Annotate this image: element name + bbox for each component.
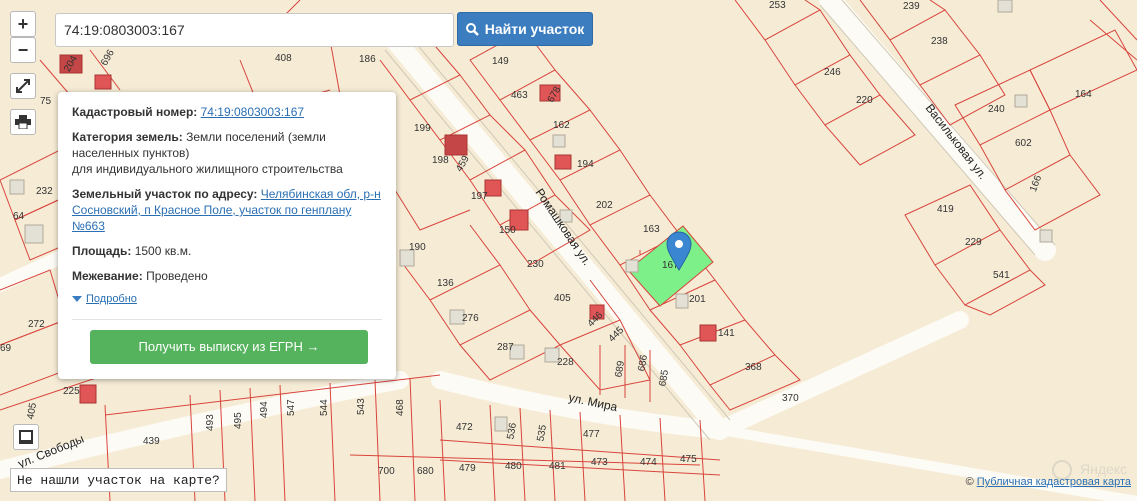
- category-usage: для индивидуального жилищного строительс…: [72, 162, 343, 176]
- plot-number: 547: [286, 399, 297, 416]
- plot-number: 149: [492, 56, 509, 67]
- plot-number: 246: [824, 67, 841, 78]
- plot-number: 201: [689, 294, 706, 305]
- plot-number: 198: [432, 155, 449, 166]
- category-label: Категория земель:: [72, 130, 183, 144]
- fullscreen-button[interactable]: [10, 73, 36, 99]
- plot-number: 276: [462, 313, 479, 324]
- plot-number: 69: [0, 343, 12, 354]
- layers-icon: [19, 430, 33, 444]
- plot-number: 473: [591, 457, 608, 468]
- plot-number: 494: [259, 401, 270, 418]
- print-icon: [15, 115, 31, 129]
- plot-number: 239: [903, 1, 920, 12]
- plot-number: 186: [359, 54, 376, 65]
- plot-number: 202: [596, 200, 613, 211]
- plot-number: 419: [937, 204, 954, 215]
- plot-number: 75: [40, 96, 52, 107]
- plot-number: 162: [553, 120, 570, 131]
- plot-number: 370: [782, 393, 799, 404]
- plot-number: 230: [527, 259, 544, 270]
- zoom-in-button[interactable]: +: [10, 11, 36, 37]
- plot-number: 477: [583, 429, 600, 440]
- plot-number: 228: [557, 357, 574, 368]
- plot-number: 136: [437, 278, 454, 289]
- plot-number: 238: [931, 36, 948, 47]
- plot-number: 495: [233, 412, 244, 429]
- plot-number: 544: [319, 399, 330, 416]
- plot-number: 272: [28, 319, 45, 330]
- print-button[interactable]: [10, 109, 36, 135]
- copyright-symbol: ©: [965, 476, 974, 488]
- plot-number: 480: [505, 461, 522, 472]
- svg-text:Яндекс: Яндекс: [1080, 461, 1127, 477]
- plot-number: 150: [499, 225, 516, 236]
- find-plot-button[interactable]: Найти участок: [457, 12, 593, 46]
- get-egrn-extract-button[interactable]: Получить выписку из ЕГРН →: [90, 330, 368, 364]
- details-label: Подробно: [86, 293, 137, 305]
- address-label: Земельный участок по адресу:: [72, 187, 258, 201]
- plot-number: 220: [856, 95, 873, 106]
- plot-number: 700: [378, 466, 395, 477]
- cadastral-label: Кадастровый номер:: [72, 105, 198, 119]
- copyright: © Публичная кадастровая карта: [966, 476, 1131, 488]
- not-found-button[interactable]: Не нашли участок на карте?: [10, 468, 227, 492]
- area-row: Площадь: 1500 кв.м.: [72, 243, 382, 259]
- area-label: Площадь:: [72, 244, 132, 258]
- plot-number: 408: [275, 53, 292, 64]
- plot-number: 479: [459, 463, 476, 474]
- plot-number: 232: [36, 186, 53, 197]
- plot-number: 474: [640, 457, 657, 468]
- plot-number: 468: [395, 399, 406, 416]
- find-plot-label: Найти участок: [484, 21, 585, 37]
- plot-number: 472: [456, 422, 473, 433]
- plot-number: 439: [143, 436, 160, 447]
- plot-number: 240: [988, 104, 1005, 115]
- plot-number: 253: [769, 0, 786, 11]
- area-value: 1500 кв.м.: [134, 244, 192, 258]
- plot-number: 190: [409, 242, 426, 253]
- cadastral-row: Кадастровый номер: 74:19:0803003:167: [72, 104, 382, 120]
- address-row: Земельный участок по адресу: Челябинская…: [72, 186, 382, 234]
- survey-row: Межевание: Проведено: [72, 268, 382, 284]
- fullscreen-icon: [16, 79, 30, 93]
- plot-number: 163: [643, 224, 660, 235]
- plot-number: 164: [1075, 89, 1092, 100]
- plot-number: 493: [205, 414, 216, 431]
- divider: [72, 319, 382, 320]
- plot-number: 680: [417, 466, 434, 477]
- parcel-info-popup: Кадастровый номер: 74:19:0803003:167 Кат…: [58, 92, 396, 379]
- plot-number: 405: [554, 293, 571, 304]
- details-toggle[interactable]: Подробно: [72, 291, 382, 307]
- plot-number: 475: [680, 454, 697, 465]
- plot-number: 229: [965, 237, 982, 248]
- plot-number: 368: [745, 362, 762, 373]
- cadastral-link[interactable]: 74:19:0803003:167: [201, 105, 304, 119]
- plot-number: 225: [63, 386, 80, 397]
- plot-number: 481: [549, 461, 566, 472]
- plot-number: 194: [577, 159, 594, 170]
- plot-number: 287: [497, 342, 514, 353]
- plot-number: 64: [13, 211, 25, 222]
- search-input[interactable]: [55, 13, 454, 47]
- survey-value: Проведено: [146, 269, 208, 283]
- plot-number: 463: [511, 90, 528, 101]
- plot-number: 602: [1015, 138, 1032, 149]
- plot-number: 199: [414, 123, 431, 134]
- plot-number: 141: [718, 328, 735, 339]
- zoom-out-button[interactable]: −: [10, 37, 36, 63]
- copyright-link[interactable]: Публичная кадастровая карта: [977, 476, 1131, 488]
- caret-down-icon: [72, 296, 82, 302]
- plot-number: 543: [356, 398, 367, 415]
- plot-number: 197: [471, 191, 488, 202]
- plot-number: 541: [993, 270, 1010, 281]
- search-icon: [465, 22, 479, 36]
- layers-button[interactable]: [13, 424, 39, 450]
- survey-label: Межевание:: [72, 269, 143, 283]
- category-row: Категория земель: Земли поселений (земли…: [72, 129, 382, 177]
